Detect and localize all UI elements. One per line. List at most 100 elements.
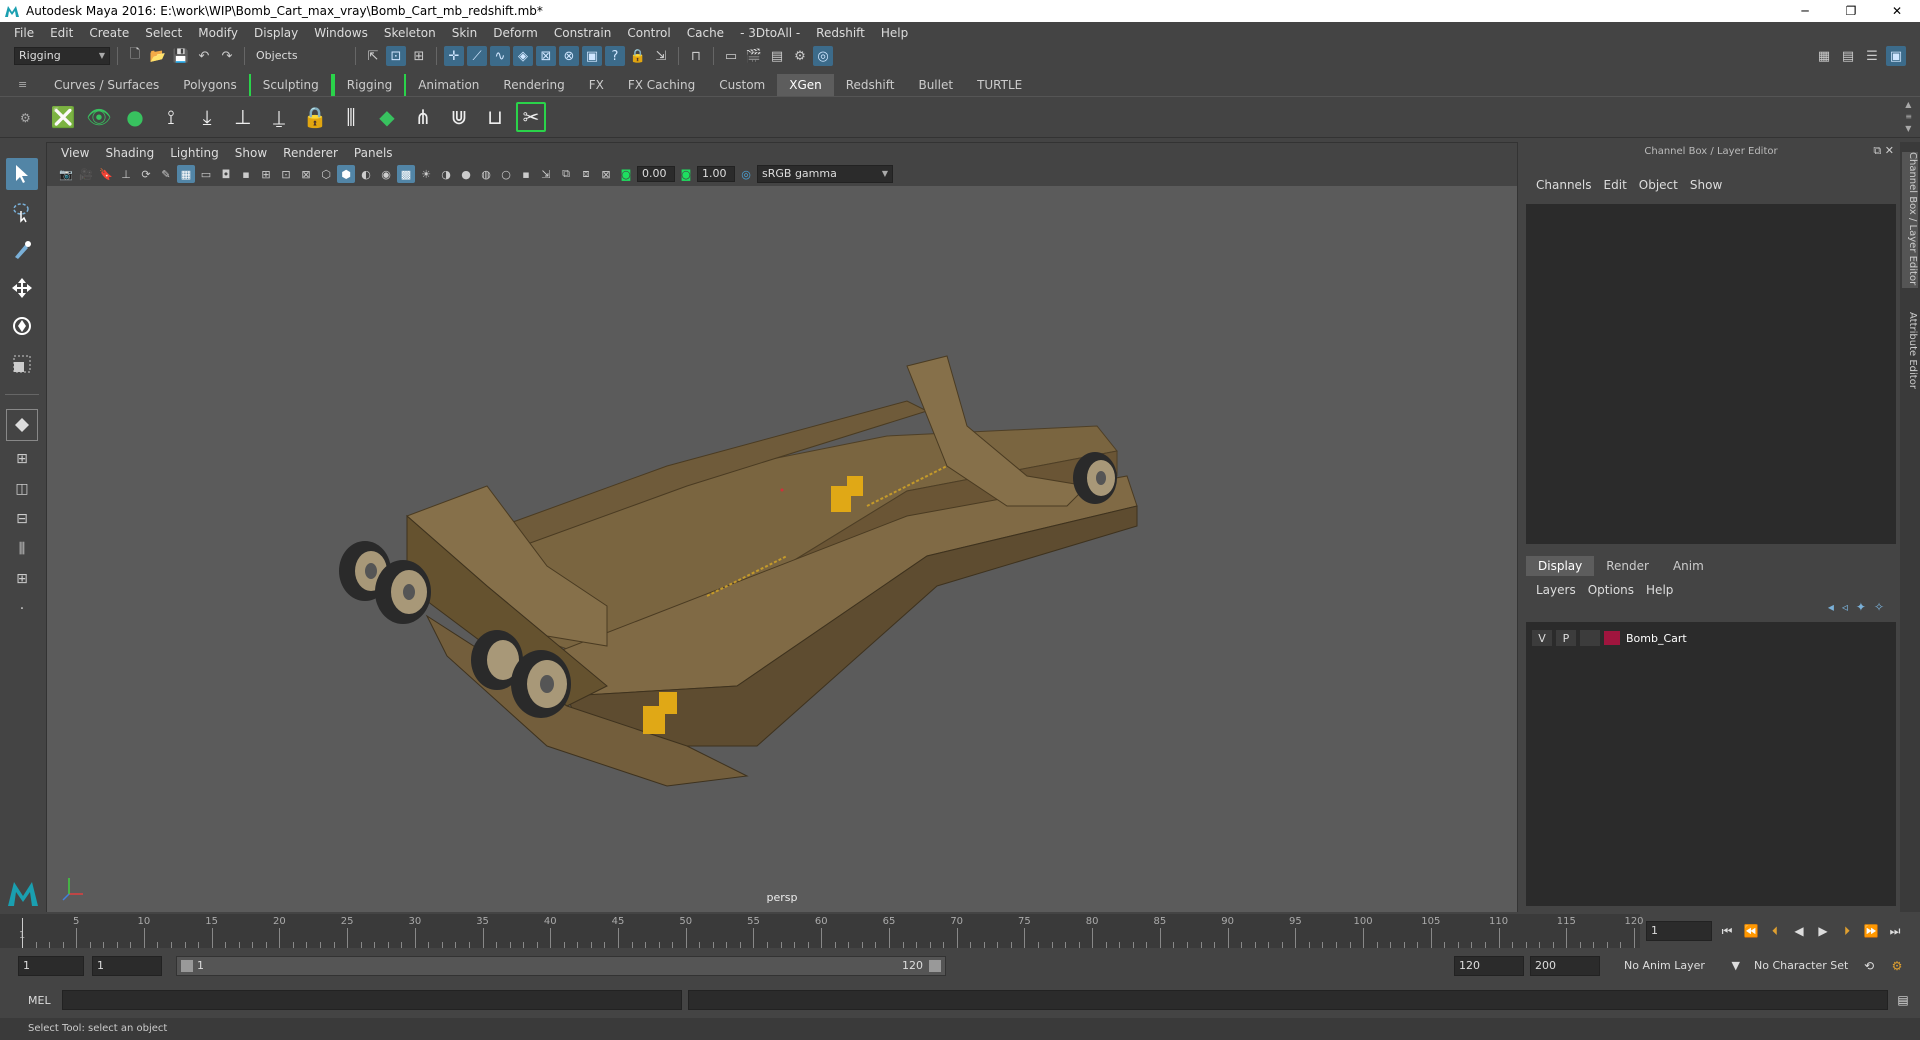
step-forward-frame-icon[interactable]: ⏵ [1838, 922, 1856, 940]
motion-blur-icon[interactable]: ◍ [477, 165, 495, 183]
exposure-icon[interactable]: ◙ [617, 165, 635, 183]
lasso-tool-icon[interactable] [6, 196, 38, 228]
field-chart-icon[interactable]: ⊞ [257, 165, 275, 183]
script-editor-icon[interactable]: ▤ [1894, 991, 1912, 1009]
viewport-menu-lighting[interactable]: Lighting [162, 146, 227, 160]
xgen-layers-icon[interactable]: ◆ [372, 102, 402, 132]
go-to-end-icon[interactable]: ⏭ [1886, 922, 1904, 940]
2d-pan-zoom-icon[interactable]: ⟳ [137, 165, 155, 183]
layer-menu-help[interactable]: Help [1640, 580, 1679, 600]
hypershade-icon[interactable]: ◎ [813, 46, 833, 66]
viewport-menu-renderer[interactable]: Renderer [275, 146, 346, 160]
persp-outliner-layout-icon[interactable]: ◫ [7, 477, 37, 501]
layer-visibility-toggle[interactable]: V [1532, 630, 1552, 646]
go-to-start-icon[interactable]: ⏮ [1718, 922, 1736, 940]
isolate-select-icon[interactable]: ⇲ [537, 165, 555, 183]
animation-start-field[interactable]: 1 [18, 956, 84, 976]
channel-box-menu-object[interactable]: Object [1633, 178, 1684, 192]
layer-name[interactable]: Bomb_Cart [1626, 632, 1687, 645]
menu-skin[interactable]: Skin [444, 22, 486, 44]
select-joints-icon[interactable]: ⟋ [467, 46, 487, 66]
depth-of-field-icon[interactable]: ▪ [517, 165, 535, 183]
shelf-menu-icon[interactable]: ≡ [18, 78, 27, 91]
xgen-primitive-icon[interactable]: ● [120, 102, 150, 132]
channel-box-toggle-icon[interactable]: ▣ [1886, 46, 1906, 66]
minimize-button[interactable]: ─ [1782, 0, 1828, 22]
viewport-menu-shading[interactable]: Shading [97, 146, 162, 160]
tab-xgen[interactable]: XGen [777, 74, 834, 96]
auto-key-icon[interactable]: ⟲ [1860, 957, 1878, 975]
select-hierarchy-icon[interactable]: ⇱ [363, 46, 383, 66]
select-deformations-icon[interactable]: ⊠ [536, 46, 556, 66]
menu-file[interactable]: File [6, 22, 42, 44]
render-view-icon[interactable]: ▭ [721, 46, 741, 66]
range-slider-start-handle[interactable] [181, 960, 193, 972]
outliner-toggle-icon[interactable]: ▤ [1838, 46, 1858, 66]
play-backwards-icon[interactable]: ◀ [1790, 922, 1808, 940]
xgen-editor-icon[interactable]: ❎ [48, 102, 78, 132]
xgen-guide-add-tool-icon[interactable]: ⊥ [228, 102, 258, 132]
lock-selection-icon[interactable]: 🔒 [628, 46, 648, 66]
tab-polygons[interactable]: Polygons [171, 74, 248, 96]
range-slider-end-handle[interactable] [929, 960, 941, 972]
xgen-guide-lock-icon[interactable]: 🔒 [300, 102, 330, 132]
menu-create[interactable]: Create [81, 22, 137, 44]
textured-icon[interactable]: ▩ [397, 165, 415, 183]
close-button[interactable]: ✕ [1874, 0, 1920, 22]
shelf-scroll-down-icon[interactable]: ▼ [1905, 123, 1912, 135]
attribute-editor-toggle-icon[interactable]: ☰ [1862, 46, 1882, 66]
gate-mask-icon[interactable]: ▪ [237, 165, 255, 183]
render-settings-icon[interactable]: ⚙ [790, 46, 810, 66]
xray-icon[interactable]: ⧉ [557, 165, 575, 183]
smooth-shade-icon[interactable]: ⬢ [337, 165, 355, 183]
menu-control[interactable]: Control [619, 22, 678, 44]
workspace-icon[interactable]: ▦ [1814, 46, 1834, 66]
select-component-icon[interactable]: ⊞ [409, 46, 429, 66]
exposure-field[interactable]: 0.00 [637, 166, 675, 182]
tab-bullet[interactable]: Bullet [906, 74, 965, 96]
channel-box-area[interactable] [1526, 204, 1896, 544]
shelf-scroll-up-icon[interactable]: ▲ [1905, 99, 1912, 111]
panel-float-close-icon[interactable]: ⧉ ✕ [1873, 144, 1894, 158]
menuset-dropdown[interactable]: Rigging ▼ [14, 47, 110, 65]
selection-mode-dropdown[interactable]: Objects [252, 47, 348, 65]
grid-icon[interactable]: ▦ [177, 165, 195, 183]
step-back-frame-icon[interactable]: ⏴ [1766, 922, 1784, 940]
color-space-dropdown[interactable]: sRGB gamma ▼ [757, 165, 893, 183]
channel-box-menu-channels[interactable]: Channels [1530, 178, 1598, 192]
undo-icon[interactable]: ↶ [194, 46, 214, 66]
menu-3dtoall[interactable]: - 3DtoAll - [732, 22, 808, 44]
side-tab-attribute-editor[interactable]: Attribute Editor [1902, 312, 1918, 402]
viewport-menu-view[interactable]: View [53, 146, 97, 160]
move-layer-down-icon[interactable]: ◃ [1842, 600, 1848, 614]
restore-button[interactable]: ❐ [1828, 0, 1874, 22]
menu-help[interactable]: Help [873, 22, 916, 44]
play-forwards-icon[interactable]: ▶ [1814, 922, 1832, 940]
select-misc-icon[interactable]: ? [605, 46, 625, 66]
save-scene-icon[interactable]: 💾 [171, 46, 191, 66]
move-tool-icon[interactable] [6, 272, 38, 304]
xgen-groom-icon[interactable]: ⋓ [444, 102, 474, 132]
single-perspective-layout-icon[interactable] [6, 409, 38, 441]
menu-edit[interactable]: Edit [42, 22, 81, 44]
menu-cache[interactable]: Cache [679, 22, 732, 44]
paint-select-tool-icon[interactable] [6, 234, 38, 266]
menu-deform[interactable]: Deform [485, 22, 546, 44]
scale-tool-icon[interactable] [6, 348, 38, 380]
tab-anim[interactable]: Anim [1661, 556, 1716, 576]
new-scene-icon[interactable]: 🗋 [125, 46, 145, 66]
wireframe-icon[interactable]: ⬡ [317, 165, 335, 183]
layer-row[interactable]: V P Bomb_Cart [1526, 628, 1896, 648]
select-rendering-icon[interactable]: ▣ [582, 46, 602, 66]
shelf-menu-icon[interactable]: ≡ [1905, 111, 1912, 123]
render-current-frame-icon[interactable]: 🎬 [744, 46, 764, 66]
menu-display[interactable]: Display [246, 22, 306, 44]
rotate-tool-icon[interactable] [6, 310, 38, 342]
layer-display-type-toggle[interactable] [1580, 630, 1600, 646]
open-scene-icon[interactable]: 📂 [148, 46, 168, 66]
xgen-comb-icon[interactable]: ⊔ [480, 102, 510, 132]
gamma-icon[interactable]: ◙ [677, 165, 695, 183]
channel-box-menu-show[interactable]: Show [1684, 178, 1728, 192]
channel-box-menu-edit[interactable]: Edit [1598, 178, 1633, 192]
xgen-guides-icon[interactable]: ⫼ [336, 102, 366, 132]
